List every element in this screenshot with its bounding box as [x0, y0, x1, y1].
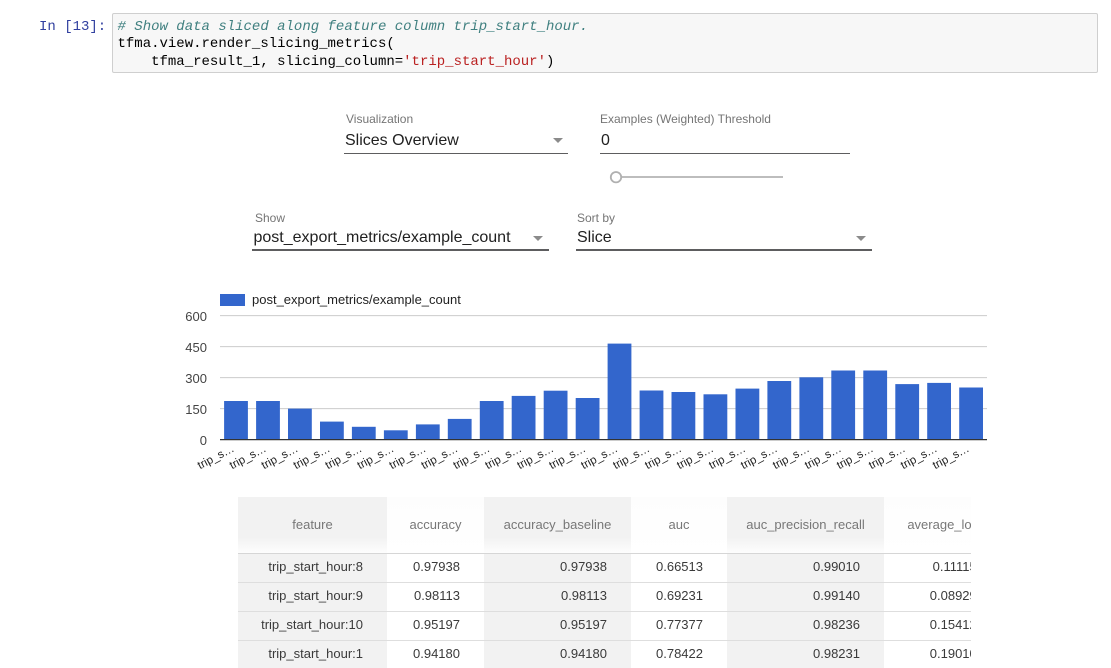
svg-text:post_export_metrics/example_co: post_export_metrics/example_count [252, 292, 461, 307]
svg-text:450: 450 [185, 340, 207, 355]
svg-text:300: 300 [185, 371, 207, 386]
svg-text:trip_s…: trip_s… [931, 443, 972, 472]
svg-text:600: 600 [185, 309, 207, 324]
svg-text:150: 150 [185, 402, 207, 417]
svg-text:0: 0 [200, 433, 207, 448]
